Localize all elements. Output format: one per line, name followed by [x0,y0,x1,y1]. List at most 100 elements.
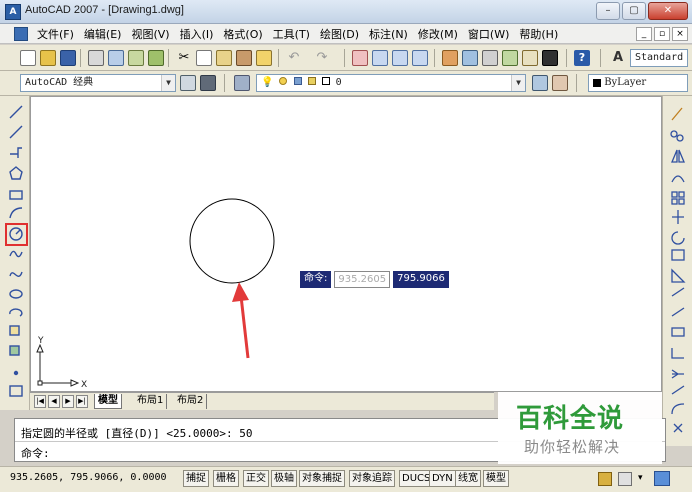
layer-manager-icon[interactable] [234,75,250,91]
stretch-icon[interactable] [671,268,686,283]
tab-layout1[interactable]: 布局1 [134,394,168,409]
model-toggle[interactable]: 模型 [483,470,509,487]
zoom-window-icon[interactable] [392,50,408,66]
print-preview-icon[interactable] [108,50,124,66]
design-center-icon[interactable] [462,50,478,66]
help-icon[interactable]: ? [574,50,590,66]
autocad-app-icon[interactable]: A [5,4,21,20]
3d-dwf-icon[interactable] [148,50,164,66]
mirror-icon[interactable] [671,149,685,163]
lightbulb-icon[interactable]: 💡 [261,77,273,88]
explode-icon[interactable] [673,423,683,433]
grid-toggle[interactable]: 栅格 [213,470,239,487]
make-block-icon[interactable] [9,345,20,356]
doc-close-button[interactable]: × [672,26,688,41]
menu-view[interactable]: 视图(V) [126,26,174,42]
make-object-layer-current-icon[interactable] [532,75,548,91]
menu-tools[interactable]: 工具(T) [268,26,315,42]
spline-icon[interactable] [9,271,23,277]
offset-icon[interactable] [671,175,685,183]
menu-draw[interactable]: 绘图(D) [315,26,364,42]
next-tab-button[interactable]: ▶ [62,395,74,408]
chevron-down-icon[interactable]: ▼ [161,75,175,91]
polar-toggle[interactable]: 极轴 [271,470,297,487]
copy-object-icon[interactable] [670,130,678,138]
lock-icon[interactable] [598,472,612,486]
publish-icon[interactable] [128,50,144,66]
workspace-select[interactable]: AutoCAD 经典 ▼ [20,74,176,92]
block-editor-icon[interactable] [256,50,272,66]
chevron-down-icon[interactable]: ▼ [511,75,525,91]
copy-icon[interactable] [196,50,212,66]
redo-icon[interactable]: ↷ [314,50,330,66]
undo-icon[interactable]: ↶ [286,50,302,66]
insert-block-icon[interactable] [9,325,20,336]
viewport-freeze-icon[interactable] [293,77,302,85]
menu-format[interactable]: 格式(O) [218,26,267,42]
first-tab-button[interactable]: |◀ [34,395,46,408]
chamfer-icon[interactable] [671,385,685,395]
doc-restore-button[interactable]: ▫ [654,26,670,41]
ortho-toggle[interactable]: 正交 [243,470,269,487]
fillet-icon[interactable] [671,403,685,415]
calculator-icon[interactable] [542,50,558,66]
zoom-previous-icon[interactable] [412,50,428,66]
color-control-select[interactable]: ByLayer [588,74,688,92]
comm-center-icon[interactable] [618,472,632,486]
polyline-icon[interactable] [10,147,22,158]
ellipse-icon[interactable] [9,289,23,299]
menu-help[interactable]: 帮助(H) [514,26,563,42]
paste-icon[interactable] [216,50,232,66]
break-icon[interactable] [671,348,684,359]
new-file-icon[interactable] [20,50,36,66]
match-properties-icon[interactable] [236,50,252,66]
cut-icon[interactable]: ✂ [176,50,192,66]
previous-tab-button[interactable]: ◀ [48,395,60,408]
ellipse-arc-icon[interactable] [9,308,23,317]
tab-layout2[interactable]: 布局2 [174,394,208,409]
text-style-icon[interactable]: A [610,50,626,66]
command-prompt[interactable]: 命令: [21,445,50,461]
minimize-button[interactable]: – [596,2,620,20]
print-icon[interactable] [88,50,104,66]
layer-previous-icon[interactable] [552,75,568,91]
trim-icon[interactable] [671,287,685,297]
hatch-icon[interactable] [9,385,23,397]
dynamic-input-x-field[interactable]: 935.2605 [334,271,391,288]
tool-palettes-icon[interactable] [482,50,498,66]
sheet-set-icon[interactable] [502,50,518,66]
dyn-toggle[interactable]: DYN [429,470,456,487]
arc-icon[interactable] [9,207,23,219]
menu-edit[interactable]: 编辑(E) [79,26,127,42]
lineweight-toggle[interactable]: 线宽 [455,470,481,487]
break-at-point-icon[interactable] [671,327,685,337]
zoom-realtime-icon[interactable] [372,50,388,66]
save-icon[interactable] [60,50,76,66]
line-icon[interactable] [9,105,23,119]
pan-icon[interactable] [352,50,368,66]
menu-window[interactable]: 窗口(W) [463,26,514,42]
chevron-down-icon[interactable]: ▾ [638,473,643,483]
erase-icon[interactable] [671,107,683,121]
snap-toggle[interactable]: 捕捉 [183,470,209,487]
menu-file[interactable]: 文件(F) [32,26,79,42]
revision-cloud-icon[interactable] [9,250,23,258]
maximize-button[interactable]: ▢ [622,2,646,20]
otrack-toggle[interactable]: 对象追踪 [349,470,395,487]
construction-line-icon[interactable] [9,125,23,139]
point-icon[interactable] [13,370,19,376]
tab-model[interactable]: 模型 [94,394,122,409]
menu-dimension[interactable]: 标注(N) [364,26,413,42]
lock-icon[interactable] [307,77,316,85]
markup-set-icon[interactable] [522,50,538,66]
rotate-icon[interactable] [671,231,685,245]
scale-icon[interactable] [671,249,685,261]
clean-screen-icon[interactable] [654,471,670,486]
rectangle-icon[interactable] [9,190,23,200]
menu-modify[interactable]: 修改(M) [413,26,463,42]
properties-icon[interactable] [442,50,458,66]
join-icon[interactable] [671,369,684,379]
polygon-icon[interactable] [9,166,23,180]
layer-properties-icon[interactable] [200,75,216,91]
menu-insert[interactable]: 插入(I) [175,26,219,42]
